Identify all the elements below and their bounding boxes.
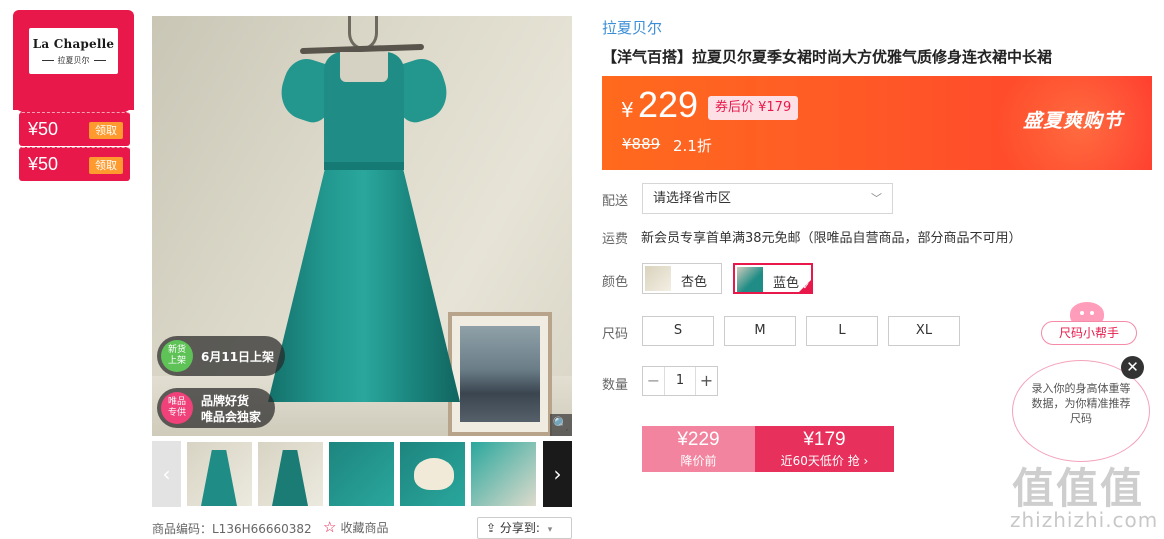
dress-skirt — [268, 166, 460, 402]
color-option-label: 蓝色 — [773, 276, 800, 291]
current-price: 229 — [638, 84, 699, 125]
quantity-label: 数量 — [602, 378, 629, 393]
quantity-increase-button[interactable]: + — [695, 367, 717, 395]
close-icon[interactable]: ✕ — [1121, 356, 1144, 379]
color-option-apricot[interactable]: 杏色 — [642, 263, 722, 294]
thumbnail-4[interactable] — [400, 442, 465, 506]
chevron-down-icon: ▾ — [547, 525, 553, 535]
brand-logo-text: La Chapelle — [32, 37, 115, 51]
share-button[interactable]: ⇪ 分享到: ▾ — [477, 517, 572, 539]
coupon-2[interactable]: ¥50 领取 — [19, 147, 130, 181]
price-banner: ¥ 229 券后价 ¥179 ¥889 2.1折 盛夏爽购节 — [602, 76, 1152, 170]
brand-card[interactable]: La Chapelle 拉夏贝尔 — [13, 10, 134, 120]
thumbnail-3[interactable] — [329, 442, 394, 506]
color-option-blue[interactable]: 蓝色 ✓ — [733, 263, 813, 294]
quantity-decrease-button[interactable]: − — [643, 367, 665, 395]
picture-frame — [448, 312, 552, 436]
new-arrival-badge: 新货 上架 — [161, 340, 193, 372]
before-price: ¥229 — [677, 429, 720, 450]
color-swatch — [645, 266, 671, 291]
star-icon: ☆ — [323, 518, 337, 536]
size-option-l[interactable]: L — [806, 316, 878, 346]
size-option-xl[interactable]: XL — [888, 316, 960, 346]
favorite-label: 收藏商品 — [340, 521, 389, 535]
brand-logo-subtext: 拉夏贝尔 — [29, 55, 118, 66]
product-code: 商品编码：L136H66660382 — [152, 522, 312, 536]
shipping-info: 新会员专享首单满38元免邮（限唯品自营商品，部分商品不可用） — [641, 231, 1022, 246]
product-title: 【洋气百搭】拉夏贝尔夏季女裙时尚大方优雅气质修身连衣裙中长裙 — [602, 48, 1053, 66]
share-label: 分享到: — [499, 521, 540, 535]
low-price: ¥179 — [803, 429, 846, 450]
main-product-image[interactable]: 新货 上架 6月11日上架 唯品 专供 品牌好货 唯品会独家 🔍 — [152, 16, 572, 436]
coupon-claim-button[interactable]: 领取 — [89, 122, 123, 139]
thumbnail-2[interactable] — [258, 442, 323, 506]
thumbnail-next-button[interactable]: › — [543, 441, 572, 507]
zoom-icon[interactable]: 🔍 — [550, 414, 572, 436]
brand-logo: La Chapelle 拉夏贝尔 — [29, 28, 118, 74]
color-option-label: 杏色 — [681, 275, 708, 290]
exclusive-tag: 唯品 专供 品牌好货 唯品会独家 — [157, 388, 275, 428]
original-price: ¥889 — [622, 135, 661, 153]
promo-title: 盛夏爽购节 — [1023, 110, 1124, 132]
size-option-s[interactable]: S — [642, 316, 714, 346]
quantity-value[interactable]: 1 — [665, 367, 695, 395]
exclusive-line-2: 唯品会独家 — [201, 410, 262, 424]
exclusive-badge: 唯品 专供 — [161, 392, 193, 424]
dress-neckline — [340, 52, 388, 82]
coupon-1[interactable]: ¥50 领取 — [19, 112, 130, 146]
color-label: 颜色 — [602, 275, 629, 290]
size-label: 尺码 — [602, 327, 629, 342]
shipping-label: 运费 — [602, 232, 629, 247]
buy-before-price-button[interactable]: ¥229 降价前 — [642, 426, 755, 472]
coupon-price-badge: 券后价 ¥179 — [708, 96, 799, 120]
new-arrival-date: 6月11日上架 — [201, 350, 275, 364]
price-currency: ¥ — [621, 98, 634, 122]
size-option-m[interactable]: M — [724, 316, 796, 346]
dress-waist — [324, 162, 404, 170]
brand-link[interactable]: 拉夏贝尔 — [602, 17, 662, 38]
color-swatch — [737, 267, 763, 292]
size-helper-button[interactable]: 尺码小帮手 — [1041, 321, 1137, 345]
watermark-logo: 值值值 — [1012, 464, 1145, 513]
delivery-label: 配送 — [602, 194, 629, 209]
coupon-amount: ¥50 — [28, 119, 59, 139]
exclusive-text: 品牌好货 唯品会独家 — [201, 393, 261, 425]
new-arrival-tag: 新货 上架 6月11日上架 — [157, 336, 285, 376]
exclusive-line-1: 品牌好货 — [201, 394, 250, 408]
low-price-label: 近60天低价 抢 › — [780, 454, 869, 468]
address-select[interactable]: 请选择省市区 ﹀ — [642, 183, 893, 214]
coupon-amount: ¥50 — [28, 154, 59, 174]
before-price-label: 降价前 — [680, 454, 717, 468]
thumbnail-1[interactable] — [187, 442, 252, 506]
discount-rate: 2.1折 — [673, 137, 712, 155]
quantity-stepper[interactable]: − 1 + — [642, 366, 718, 396]
share-icon: ⇪ — [486, 521, 500, 535]
thumbnail-prev-button[interactable]: ‹ — [152, 441, 181, 507]
thumbnail-5[interactable] — [471, 442, 536, 506]
buy-now-button[interactable]: ¥179 近60天低价 抢 › — [755, 426, 894, 472]
chevron-down-icon: ﹀ — [871, 192, 882, 205]
watermark-url: zhizhizhi.com — [1010, 508, 1159, 532]
coupon-claim-button[interactable]: 领取 — [89, 157, 123, 174]
address-select-value: 请选择省市区 — [653, 191, 732, 206]
favorite-button[interactable]: ☆ 收藏商品 — [323, 518, 388, 536]
check-icon: ✓ — [802, 282, 810, 292]
